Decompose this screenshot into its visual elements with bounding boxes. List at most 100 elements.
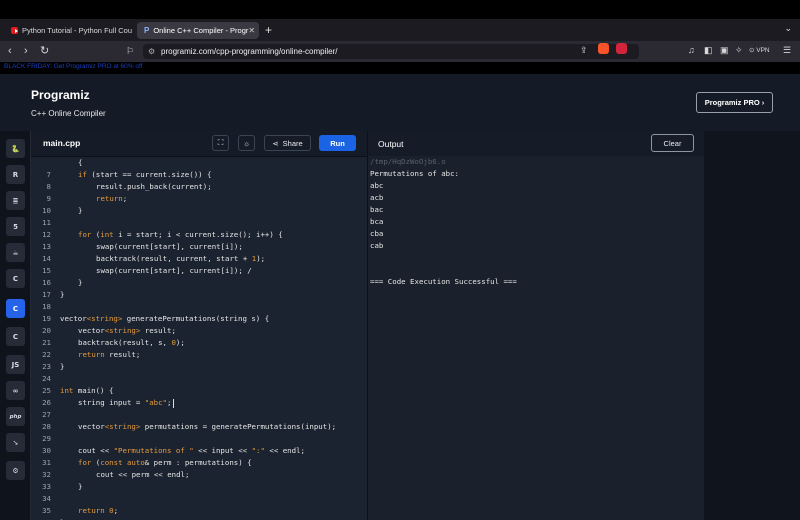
csharp-icon[interactable]: C	[6, 327, 25, 346]
c-language-icon[interactable]: C	[6, 269, 25, 288]
code-line: 7 if (start == current.size()) {	[31, 170, 367, 182]
sidebar-toggle-icon[interactable]: ◧	[704, 45, 713, 56]
reload-icon[interactable]: ↻	[40, 44, 49, 58]
swift-icon[interactable]: ➘	[6, 433, 25, 452]
code-line: 35 return 0;	[31, 506, 367, 518]
line-number: 28	[42, 422, 51, 431]
url-field[interactable]: ⚙ programiz.com/cpp-programming/online-c…	[143, 44, 639, 59]
code-line: 22 return result;	[31, 350, 367, 362]
rust-icon[interactable]: ⚙	[6, 461, 25, 480]
theme-toggle-icon[interactable]: ☼	[238, 135, 255, 151]
forward-icon[interactable]: ›	[24, 44, 28, 58]
wallet-icon[interactable]: ▣	[720, 45, 729, 56]
code-text: swap(current[start], current[i]); /	[96, 266, 252, 275]
browser-tab-online-compiler[interactable]: P Online C++ Compiler - Progr ✕	[137, 22, 259, 39]
line-number: 19	[42, 314, 51, 323]
url-text: programiz.com/cpp-programming/online-com…	[161, 47, 338, 56]
programiz-pro-button[interactable]: Programiz PRO ›	[696, 92, 773, 113]
site-header: Programiz C++ Online Compiler Programiz …	[0, 74, 800, 131]
code-line: 15 swap(current[start], current[i]); /	[31, 266, 367, 278]
line-number: 34	[42, 494, 51, 503]
code-area[interactable]: {7 if (start == current.size()) {8 result.…	[31, 156, 367, 520]
javascript-icon[interactable]: JS	[6, 355, 25, 374]
back-icon[interactable]: ‹	[8, 44, 12, 58]
site-info-icon[interactable]: ⚙	[148, 44, 155, 59]
line-number: 17	[42, 290, 51, 299]
line-number: 13	[42, 242, 51, 251]
run-button[interactable]: Run	[319, 135, 356, 151]
line-number: 25	[42, 386, 51, 395]
html-icon[interactable]: 5	[6, 217, 25, 236]
youtube-icon	[11, 27, 18, 34]
chevron-down-icon[interactable]: ⌄	[784, 23, 792, 34]
r-language-icon[interactable]: R	[6, 165, 25, 184]
code-line: 33}	[31, 482, 367, 494]
leo-ai-icon[interactable]: ✧	[735, 45, 743, 56]
line-number: 27	[42, 410, 51, 419]
code-text: return 0;	[78, 506, 119, 515]
code-line: 30 cout << "Permutations of " << input <<…	[31, 446, 367, 458]
code-line: 13 swap(current[start], current[i]);	[31, 242, 367, 254]
page-subtitle: C++ Online Compiler	[31, 109, 106, 118]
code-text: string input = "abc";	[78, 398, 175, 408]
browser-tab-python-tutorial[interactable]: Python Tutorial - Python Full Cou	[4, 22, 132, 39]
code-line: 10}	[31, 206, 367, 218]
bookmark-icon[interactable]: ⚐	[126, 44, 134, 58]
line-number: 12	[42, 230, 51, 239]
code-line: 32 cout << perm << endl;	[31, 470, 367, 482]
line-number: 31	[42, 458, 51, 467]
python-icon[interactable]: 🐍	[6, 139, 25, 158]
clear-button[interactable]: Clear	[651, 134, 694, 152]
brave-rewards-icon[interactable]	[616, 43, 627, 54]
close-tab-icon[interactable]: ✕	[248, 26, 255, 35]
media-icon[interactable]: ♫	[688, 45, 695, 55]
code-text: }	[78, 278, 83, 287]
programiz-logo[interactable]: Programiz	[31, 88, 90, 102]
vpn-button[interactable]: ⊙ VPN	[749, 46, 770, 54]
code-line: 25 int main() {	[31, 386, 367, 398]
code-line: 28 vector<string> permutations = generate…	[31, 422, 367, 434]
line-number: 9	[46, 194, 51, 203]
new-tab-button[interactable]: +	[265, 22, 272, 38]
line-number: 14	[42, 254, 51, 263]
code-line: 16}	[31, 278, 367, 290]
file-tab-main-cpp[interactable]: main.cpp	[43, 138, 80, 148]
code-line: 34	[31, 494, 367, 506]
code-text: for (const auto& perm : permutations) {	[78, 458, 252, 467]
code-line: 12 for (int i = start; i < current.size()…	[31, 230, 367, 242]
code-text: cout << "Permutations of " << input << "…	[78, 446, 305, 455]
code-text: result.push_back(current);	[96, 182, 212, 191]
output-line: abc	[370, 181, 384, 190]
output-title: Output	[378, 139, 404, 149]
output-line: bac	[370, 205, 384, 214]
share-page-icon[interactable]: ⇪	[580, 45, 588, 56]
code-text: }	[60, 290, 65, 299]
code-line: 24	[31, 374, 367, 386]
code-line: 26 string input = "abc";	[31, 398, 367, 410]
line-number: 16	[42, 278, 51, 287]
code-line: 8 result.push_back(current);	[31, 182, 367, 194]
menu-icon[interactable]: ☰	[783, 45, 791, 56]
go-language-icon[interactable]: ∞	[6, 381, 25, 400]
code-text: }	[78, 206, 83, 215]
promo-link-bar: BLACK FRIDAY: Get Programiz PRO at 60% o…	[0, 62, 800, 74]
brave-shields-icon[interactable]	[598, 43, 609, 54]
line-number: 35	[42, 506, 51, 515]
code-line: 21 backtrack(result, s, 0);	[31, 338, 367, 350]
code-text: }	[78, 482, 83, 491]
share-button[interactable]: ⋖ Share	[264, 135, 311, 151]
php-icon[interactable]: php	[6, 407, 25, 426]
code-line: 23}	[31, 362, 367, 374]
code-line: {	[31, 158, 367, 170]
output-line: Permutations of abc:	[370, 169, 459, 178]
java-icon[interactable]: ☕	[6, 243, 25, 262]
fullscreen-icon[interactable]: ⛶	[212, 135, 229, 151]
line-number: 7	[46, 170, 51, 179]
code-text: swap(current[start], current[i]);	[96, 242, 243, 251]
cpp-language-icon[interactable]: C	[6, 299, 25, 318]
code-line: 17}	[31, 290, 367, 302]
promo-link[interactable]: BLACK FRIDAY: Get Programiz PRO at 60% o…	[4, 63, 142, 70]
text-cursor	[173, 398, 175, 408]
code-line: 19 vector<string> generatePermutations(st…	[31, 314, 367, 326]
sql-icon[interactable]: ≣	[6, 191, 25, 210]
